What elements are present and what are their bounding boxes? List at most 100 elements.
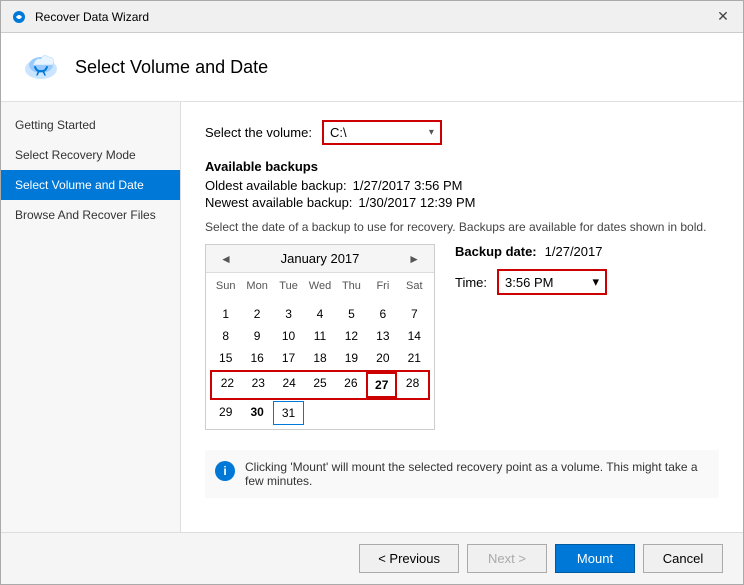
calendar-cell[interactable]: 24 xyxy=(274,372,305,398)
calendar-cell[interactable]: 8 xyxy=(210,325,241,347)
day-header-mon: Mon xyxy=(241,277,272,295)
calendar-cell[interactable] xyxy=(367,295,398,303)
chevron-down-icon: ▾ xyxy=(429,127,434,138)
calendar-cell[interactable]: 25 xyxy=(305,372,336,398)
calendar-cell[interactable] xyxy=(210,295,241,303)
calendar-header: ◄ January 2017 ► xyxy=(206,245,434,273)
calendar-days-header: Sun Mon Tue Wed Thu Fri Sat xyxy=(210,277,430,295)
calendar-week-row: 891011121314 xyxy=(210,325,430,347)
calendar-cell[interactable]: 21 xyxy=(399,347,430,369)
time-select[interactable]: 3:56 PM ▾ xyxy=(497,269,607,295)
info-icon: i xyxy=(215,461,235,481)
oldest-backup-row: Oldest available backup: 1/27/2017 3:56 … xyxy=(205,178,719,193)
calendar-cell[interactable]: 31 xyxy=(273,401,304,425)
sidebar-item-browse-recover[interactable]: Browse And Recover Files xyxy=(1,200,180,230)
calendar-week-row: 1234567 xyxy=(210,303,430,325)
calendar-cell[interactable]: 13 xyxy=(367,325,398,347)
calendar-next-icon[interactable]: ► xyxy=(404,252,424,266)
calendar: ◄ January 2017 ► Sun Mon Tue Wed Thu Fri… xyxy=(205,244,435,430)
calendar-week-row: 22232425262728 xyxy=(210,370,430,400)
day-header-sun: Sun xyxy=(210,277,241,295)
calendar-cell[interactable]: 26 xyxy=(335,372,366,398)
calendar-cell[interactable]: 27 xyxy=(366,372,397,398)
calendar-cell[interactable]: 17 xyxy=(273,347,304,369)
page-title: Select Volume and Date xyxy=(75,57,268,78)
oldest-label: Oldest available backup: xyxy=(205,178,347,193)
calendar-cell[interactable] xyxy=(304,401,335,425)
calendar-cell[interactable]: 14 xyxy=(399,325,430,347)
sidebar: Getting Started Select Recovery Mode Sel… xyxy=(1,102,181,532)
day-header-thu: Thu xyxy=(336,277,367,295)
backup-info: Available backups Oldest available backu… xyxy=(205,159,719,210)
options-panel: Backup date: 1/27/2017 Time: 3:56 PM ▾ xyxy=(455,244,719,430)
previous-button[interactable]: < Previous xyxy=(359,544,459,573)
sidebar-item-select-volume-date[interactable]: Select Volume and Date xyxy=(1,170,180,200)
backup-date-label: Backup date: xyxy=(455,244,537,259)
calendar-cell[interactable] xyxy=(241,295,272,303)
calendar-cell[interactable]: 29 xyxy=(210,401,241,425)
calendar-cell[interactable]: 5 xyxy=(336,303,367,325)
cancel-button[interactable]: Cancel xyxy=(643,544,723,573)
mount-button[interactable]: Mount xyxy=(555,544,635,573)
time-row: Time: 3:56 PM ▾ xyxy=(455,269,719,295)
calendar-cell[interactable] xyxy=(273,295,304,303)
day-header-wed: Wed xyxy=(304,277,335,295)
calendar-cell[interactable]: 4 xyxy=(304,303,335,325)
calendar-cell[interactable]: 3 xyxy=(273,303,304,325)
calendar-cell[interactable]: 20 xyxy=(367,347,398,369)
calendar-cell[interactable]: 6 xyxy=(367,303,398,325)
content: Getting Started Select Recovery Mode Sel… xyxy=(1,102,743,532)
calendar-cell[interactable]: 15 xyxy=(210,347,241,369)
calendar-month: January 2017 xyxy=(281,251,360,266)
available-backups-title: Available backups xyxy=(205,159,719,174)
calendar-grid: Sun Mon Tue Wed Thu Fri Sat 123456789101… xyxy=(206,273,434,429)
newest-label: Newest available backup: xyxy=(205,195,352,210)
title-bar-left: Recover Data Wizard xyxy=(11,9,149,25)
oldest-value: 1/27/2017 3:56 PM xyxy=(353,178,463,193)
title-bar: Recover Data Wizard ✕ xyxy=(1,1,743,33)
volume-select[interactable]: C:\ ▾ xyxy=(322,120,442,145)
calendar-cell[interactable] xyxy=(336,295,367,303)
chevron-down-icon: ▾ xyxy=(593,274,600,290)
header-icon xyxy=(21,47,61,87)
calendar-days: 1234567891011121314151617181920212223242… xyxy=(210,295,430,425)
calendar-cell[interactable]: 1 xyxy=(210,303,241,325)
calendar-cell[interactable]: 7 xyxy=(399,303,430,325)
newest-backup-row: Newest available backup: 1/30/2017 12:39… xyxy=(205,195,719,210)
header: Select Volume and Date xyxy=(1,33,743,102)
calendar-cell[interactable]: 9 xyxy=(241,325,272,347)
day-header-tue: Tue xyxy=(273,277,304,295)
calendar-options: ◄ January 2017 ► Sun Mon Tue Wed Thu Fri… xyxy=(205,244,719,430)
calendar-cell[interactable]: 16 xyxy=(241,347,272,369)
calendar-cell[interactable]: 11 xyxy=(304,325,335,347)
day-header-sat: Sat xyxy=(399,277,430,295)
info-section: i Clicking 'Mount' will mount the select… xyxy=(205,450,719,498)
description-text: Select the date of a backup to use for r… xyxy=(205,220,719,234)
calendar-cell[interactable]: 18 xyxy=(304,347,335,369)
next-button[interactable]: Next > xyxy=(467,544,547,573)
backup-date-value: 1/27/2017 xyxy=(545,244,603,259)
calendar-cell[interactable] xyxy=(336,401,367,425)
calendar-cell[interactable]: 30 xyxy=(241,401,272,425)
calendar-cell[interactable] xyxy=(367,401,398,425)
calendar-cell[interactable]: 10 xyxy=(273,325,304,347)
calendar-cell[interactable]: 2 xyxy=(241,303,272,325)
calendar-cell[interactable] xyxy=(399,295,430,303)
sidebar-item-select-recovery-mode[interactable]: Select Recovery Mode xyxy=(1,140,180,170)
calendar-cell[interactable]: 19 xyxy=(336,347,367,369)
app-icon xyxy=(11,9,27,25)
calendar-cell[interactable]: 22 xyxy=(212,372,243,398)
calendar-cell[interactable]: 23 xyxy=(243,372,274,398)
day-header-fri: Fri xyxy=(367,277,398,295)
calendar-cell[interactable]: 12 xyxy=(336,325,367,347)
calendar-cell[interactable] xyxy=(304,295,335,303)
calendar-cell[interactable] xyxy=(399,401,430,425)
time-select-value: 3:56 PM xyxy=(505,275,553,290)
footer: < Previous Next > Mount Cancel xyxy=(1,532,743,584)
close-button[interactable]: ✕ xyxy=(713,7,733,27)
window: Recover Data Wizard ✕ Select Volume and … xyxy=(0,0,744,585)
calendar-week-row: 293031 xyxy=(210,401,430,425)
calendar-cell[interactable]: 28 xyxy=(397,372,428,398)
sidebar-item-getting-started[interactable]: Getting Started xyxy=(1,110,180,140)
calendar-prev-icon[interactable]: ◄ xyxy=(216,252,236,266)
